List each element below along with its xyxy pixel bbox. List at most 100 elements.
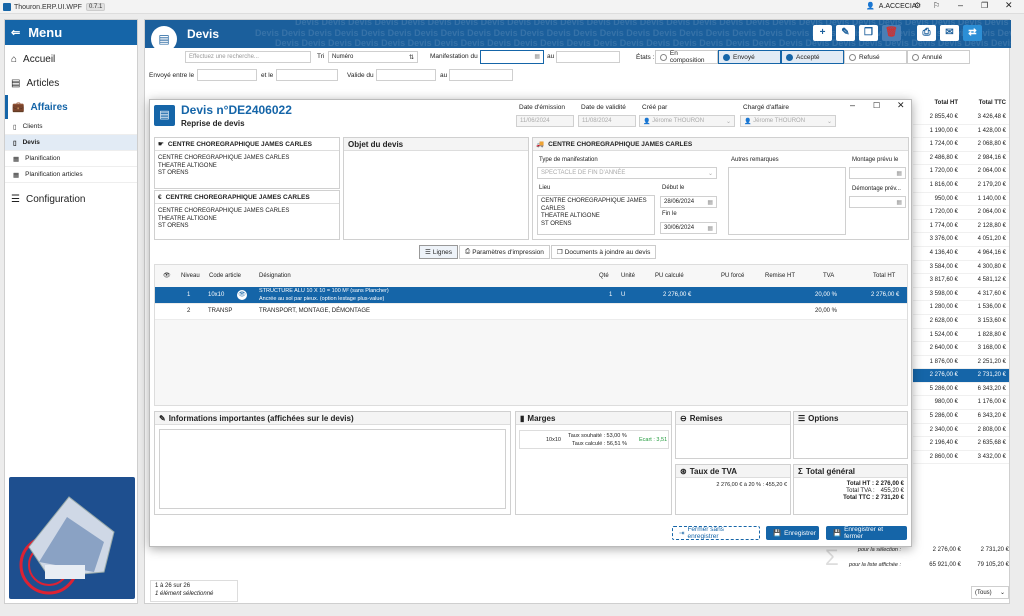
montage-calendar-icon[interactable]: ▦ [896,170,902,177]
total-ht-cell[interactable]: 1 876,00 € [913,356,961,370]
total-ttc-cell[interactable]: 3 153,60 € [961,315,1009,329]
total-ht-cell[interactable]: 1 724,00 € [913,138,961,152]
col-remise[interactable]: Remise HT [765,273,795,279]
total-ttc-cell[interactable]: 6 343,20 € [961,383,1009,397]
total-ttc-cell[interactable]: 4 317,60 € [961,288,1009,302]
manifestation-to-input[interactable] [556,51,620,63]
nav-devis[interactable]: ▯ Devis [5,135,137,151]
total-ttc-cell[interactable]: 2 179,20 € [961,179,1009,193]
total-ht-cell[interactable]: 950,00 € [913,193,961,207]
col-unite[interactable]: Unité [621,273,635,279]
nav-affaires[interactable]: 💼 Affaires [5,95,137,119]
close-icon[interactable]: ✕ [1005,0,1013,11]
montage-field[interactable]: ▦ [849,167,906,179]
add-button[interactable]: + [813,25,832,41]
etat-refuse[interactable]: Refusé [844,50,907,64]
total-ht-cell[interactable]: 2 855,40 € [913,111,961,125]
demontage-calendar-icon[interactable]: ▦ [896,199,902,206]
col-ht-header[interactable]: Total HT [913,100,961,106]
lieu-field[interactable]: CENTRE CHOREGRAPHIQUE JAMES CARLES THEAT… [537,195,655,235]
edit-button[interactable]: ✎ [836,25,855,41]
nav-articles[interactable]: ▤ Articles [5,71,137,95]
total-ht-cell[interactable]: 1 816,00 € [913,179,961,193]
dialog-close-icon[interactable]: ✕ [897,100,905,111]
total-ttc-cell[interactable]: 1 140,00 € [961,193,1009,207]
emission-field[interactable]: 11/06/2024 [516,115,574,127]
total-ttc-cell[interactable]: 2 064,00 € [961,206,1009,220]
menu-header[interactable]: ⇐ Menu [5,20,137,45]
total-ttc-cell[interactable]: 4 964,16 € [961,247,1009,261]
search-input[interactable]: Effectuez une recherche... [185,51,311,63]
col-pu-force[interactable]: PU forcé [721,273,744,279]
total-ht-cell[interactable]: 2 628,00 € [913,315,961,329]
total-ttc-cell[interactable]: 3 168,00 € [961,342,1009,356]
total-ttc-cell[interactable]: 4 051,20 € [961,233,1009,247]
objet-textarea[interactable] [344,151,528,239]
dialog-maximize-icon[interactable]: ☐ [873,101,880,110]
total-ttc-cell[interactable]: 3 432,00 € [961,451,1009,465]
nav-planification[interactable]: ▦ Planification [5,151,137,167]
total-ht-cell[interactable]: 1 190,00 € [913,125,961,139]
valide-to-input[interactable] [449,69,513,81]
total-ttc-cell[interactable]: 2 731,20 € [961,369,1009,383]
enregistrer-button[interactable]: 💾 Enregistrer [766,526,819,540]
shuffle-button[interactable]: ⇄ [963,25,982,41]
total-ht-cell[interactable]: 4 136,40 € [913,247,961,261]
total-ht-cell[interactable]: 2 486,80 € [913,152,961,166]
total-ht-cell[interactable]: 1 280,00 € [913,301,961,315]
manifestation-from-input[interactable]: ▦ [480,50,544,64]
nav-clients[interactable]: ▯ Clients [5,119,137,135]
col-ttc-header[interactable]: Total TTC [961,100,1009,106]
maximize-icon[interactable]: ❐ [981,1,988,10]
total-ht-cell[interactable]: 3 598,00 € [913,288,961,302]
nav-accueil[interactable]: ⌂ Accueil [5,47,137,71]
total-ttc-cell[interactable]: 4 581,12 € [961,274,1009,288]
col-niveau[interactable]: Niveau [181,273,200,279]
total-ttc-cell[interactable]: 2 064,00 € [961,165,1009,179]
total-ht-cell[interactable]: 5 286,00 € [913,410,961,424]
type-select[interactable]: SPECTACLE DE FIN D'ANNÉE ⌄ [537,167,717,179]
total-ht-cell[interactable]: 1 720,00 € [913,206,961,220]
total-ht-cell[interactable]: 3 376,00 € [913,233,961,247]
debut-calendar-icon[interactable]: ▦ [707,199,713,206]
total-ttc-cell[interactable]: 1 428,00 € [961,125,1009,139]
total-ttc-cell[interactable]: 2 984,16 € [961,152,1009,166]
col-pu-calcule[interactable]: PU calculé [655,273,684,279]
total-ttc-cell[interactable]: 1 176,00 € [961,396,1009,411]
total-ht-cell[interactable]: 3 584,00 € [913,261,961,275]
total-ht-cell[interactable]: 2 276,00 € [913,369,961,383]
menu-back-icon[interactable]: ⇐ [11,26,20,39]
col-code[interactable]: Code article [209,273,241,279]
total-ttc-cell[interactable]: 4 300,80 € [961,261,1009,275]
col-total[interactable]: Total HT [873,273,895,279]
tab-lignes[interactable]: ☰ Lignes [419,245,458,259]
eye-icon[interactable]: 👁 [237,290,247,300]
nav-planification-articles[interactable]: ▦ Planification articles [5,167,137,183]
total-ttc-cell[interactable]: 2 635,68 € [961,437,1009,451]
total-ttc-cell[interactable]: 1 536,00 € [961,301,1009,315]
total-ht-cell[interactable]: 1 720,00 € [913,165,961,179]
col-qte[interactable]: Qté [599,273,609,279]
fin-field[interactable]: 30/06/2024 ▦ [660,222,717,234]
calendar-icon[interactable]: ▦ [534,53,540,60]
total-ttc-cell[interactable]: 6 343,20 € [961,410,1009,424]
total-ttc-cell[interactable]: 1 828,80 € [961,329,1009,343]
remarques-field[interactable] [728,167,846,235]
cree-par-select[interactable]: 👤 Jérome THOURON ⌄ [639,115,735,127]
envoye-to-input[interactable] [276,69,338,81]
radio-refuse[interactable] [849,53,856,61]
user-icon[interactable]: 👤 [866,2,875,10]
delete-button[interactable]: 🗑 [882,25,901,41]
filter-select[interactable]: (Tous) ⌄ [971,586,1009,599]
validite-field[interactable]: 11/08/2024 [578,115,636,127]
table-row[interactable]: 2 TRANSP TRANSPORT, MONTAGE, DÉMONTAGE 2… [155,304,907,320]
demontage-field[interactable]: ▦ [849,196,906,208]
radio-composition[interactable] [660,53,667,61]
minimize-icon[interactable]: – [958,0,963,10]
total-ttc-cell[interactable]: 2 068,80 € [961,138,1009,152]
sort-icon[interactable]: ⇅ [409,54,414,61]
table-row[interactable]: 1 10x10 👁 STRUCTURE ALU 10 X 10 = 100 M²… [155,287,907,304]
radio-annule[interactable] [912,53,919,61]
total-ttc-cell[interactable]: 2 808,00 € [961,424,1009,438]
etat-composition[interactable]: En composition [655,50,718,64]
